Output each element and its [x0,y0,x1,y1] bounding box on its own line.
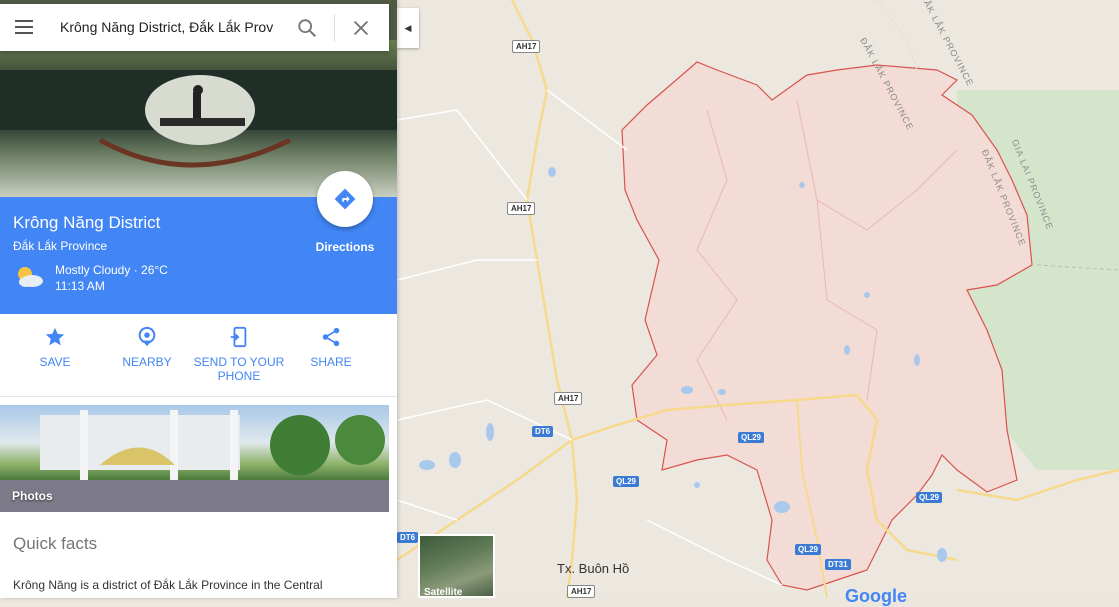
collapse-panel-button[interactable]: ◀ [397,8,419,48]
road-label-ah17: AH17 [512,40,541,53]
search-input[interactable] [60,16,285,38]
directions-button[interactable] [317,171,373,227]
nearby-pin-icon [138,326,156,347]
google-logo: Google [845,586,907,606]
photos-label: Photos [12,489,53,503]
search-divider [334,14,335,42]
road-label-dt31: DT31 [825,559,851,570]
directions-label[interactable]: Directions [300,240,390,254]
road-label-ql29: QL29 [613,476,640,487]
weather-condition: Mostly Cloudy · 26°C [55,263,168,277]
road-label-ql29: QL29 [738,432,765,443]
send-to-phone-icon [230,326,247,348]
place-panel: Krông Năng District Đắk Lắk Province Mos… [0,0,397,598]
action-bar: SAVE NEARBY SEND TO YOUR PHONE SHARE [0,314,397,397]
nearby-label: NEARBY [122,355,172,369]
photos-thumbnail[interactable]: Photos [0,405,389,512]
share-label: SHARE [310,355,352,369]
map-canvas[interactable]: ĐẮK LẮK PROVINCE GIA LAI PROVINCE ĐẮK LẮ… [397,0,1119,598]
road-label-ah17: AH17 [554,392,583,405]
place-label-tx-buon-ho: Tx. Buôn Hồ [557,561,630,576]
place-region[interactable]: Đắk Lắk Province [13,239,107,253]
save-button[interactable]: SAVE [25,326,85,369]
road-label-ql29: QL29 [916,492,943,503]
place-title: Krông Năng District [13,213,161,232]
photos-image [0,410,389,512]
menu-icon[interactable] [15,20,33,34]
close-icon[interactable] [350,17,372,39]
send-to-phone-label-line1: SEND TO YOUR [193,355,285,369]
road-label-dt6: DT6 [397,532,419,543]
send-to-phone-button[interactable]: SEND TO YOUR PHONE [190,326,288,383]
nearby-button[interactable]: NEARBY [117,326,177,369]
share-button[interactable]: SHARE [301,326,361,369]
quick-facts-text: Krông Năng is a district of Đắk Lắk Prov… [13,578,323,592]
satellite-label: Satellite [424,587,463,598]
search-box [0,4,389,51]
star-icon [45,327,65,346]
chevron-left-icon: ◀ [404,22,412,33]
weather-info: Mostly Cloudy · 26°C 11:13 AM [55,262,168,294]
share-icon [322,327,340,347]
road-label-ah17: AH17 [567,585,596,598]
mostly-cloudy-icon [18,267,43,287]
save-label: SAVE [39,355,71,369]
map-layer [397,0,1119,598]
directions-icon [334,188,356,210]
send-to-phone-label-line2: PHONE [217,369,261,383]
district-boundary [621,61,1033,591]
road-label-ql29: QL29 [795,544,822,555]
search-icon[interactable] [296,17,318,39]
road-label-dt6: DT6 [532,426,554,437]
quick-facts-heading: Quick facts [13,534,98,553]
satellite-toggle[interactable]: Satellite [418,534,495,598]
weather-time: 11:13 AM [55,279,105,293]
road-label-ah17: AH17 [507,202,536,215]
